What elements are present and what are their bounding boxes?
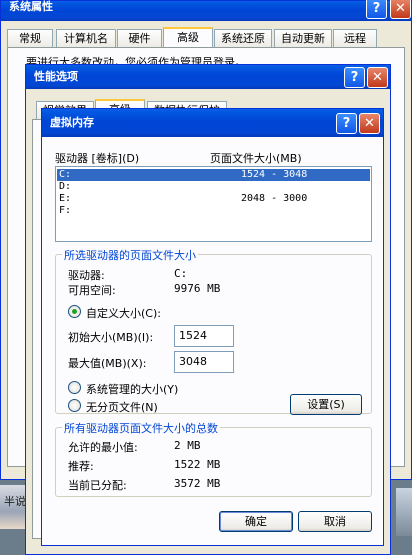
custom-size-radio[interactable]: [68, 305, 81, 318]
free-space-label: 可用空间:: [68, 284, 116, 297]
drive-size: 1524 - 3048: [241, 169, 308, 180]
background-text-fragment: 半说: [4, 495, 26, 508]
drive-letter: D:: [59, 181, 72, 192]
drive-letter: E:: [59, 193, 72, 204]
selected-drive-group: 所选驱动器的页面文件大小 驱动器: C: 可用空间: 9976 MB 自定义大小…: [55, 247, 372, 415]
drive-letter: F:: [59, 205, 72, 216]
no-paging-file-radio[interactable]: [68, 399, 81, 412]
system-managed-label[interactable]: 系统管理的大小(Y): [86, 381, 178, 397]
minimum-allowed-label: 允许的最小值:: [68, 441, 138, 454]
drive-size: 2048 - 3000: [241, 193, 308, 204]
max-size-input[interactable]: 3048: [174, 351, 234, 373]
close-icon[interactable]: ✕: [367, 67, 388, 88]
drive-label: 驱动器:: [68, 269, 105, 282]
drive-value: C:: [174, 267, 188, 280]
system-properties-title: 系统属性: [9, 0, 53, 13]
selected-drive-group-title: 所选驱动器的页面文件大小: [62, 247, 198, 263]
tab-general[interactable]: 常规: [7, 29, 53, 47]
ok-button[interactable]: 确定: [219, 511, 293, 532]
help-icon[interactable]: ?: [366, 0, 387, 19]
list-item[interactable]: C: 1524 - 3048: [57, 169, 370, 181]
initial-size-label: 初始大小(MB)(I):: [68, 331, 154, 344]
list-item[interactable]: E: 2048 - 3000: [57, 193, 370, 205]
custom-size-label[interactable]: 自定义大小(C):: [86, 305, 161, 321]
no-paging-file-label[interactable]: 无分页文件(N): [86, 399, 158, 415]
help-icon[interactable]: ?: [344, 67, 365, 88]
virtual-memory-title: 虚拟内存: [50, 116, 94, 129]
drive-letter: C:: [59, 169, 72, 180]
performance-options-titlebar[interactable]: 性能选项 ? ✕: [26, 65, 390, 89]
help-icon[interactable]: ?: [336, 113, 357, 134]
recommended-value: 1522 MB: [174, 458, 221, 471]
virtual-memory-titlebar[interactable]: 虚拟内存 ? ✕: [42, 109, 383, 137]
size-column-header: 页面文件大小(MB): [210, 152, 302, 165]
list-item[interactable]: F:: [57, 205, 370, 217]
drive-column-header: 驱动器 [卷标](D): [55, 152, 140, 165]
currently-allocated-value: 3572 MB: [174, 477, 221, 490]
totals-group-title: 所有驱动器页面文件大小的总数: [62, 420, 220, 436]
tab-system-restore[interactable]: 系统还原: [214, 29, 272, 47]
recommended-label: 推荐:: [68, 460, 94, 473]
free-space-value: 9976 MB: [174, 282, 221, 295]
background-thumbnail-right: [396, 488, 412, 536]
minimum-allowed-value: 2 MB: [174, 439, 201, 452]
totals-group: 所有驱动器页面文件大小的总数 允许的最小值: 2 MB 推荐: 1522 MB …: [55, 420, 372, 497]
initial-size-input[interactable]: 1524: [174, 325, 234, 347]
cancel-button[interactable]: 取消: [298, 511, 372, 532]
performance-options-title: 性能选项: [34, 70, 78, 83]
tab-advanced[interactable]: 高级: [163, 27, 213, 48]
system-properties-titlebar[interactable]: 系统属性 ? ✕: [1, 0, 411, 21]
currently-allocated-label: 当前已分配:: [68, 479, 127, 492]
close-icon[interactable]: ✕: [359, 113, 380, 134]
system-managed-radio[interactable]: [68, 381, 81, 394]
tab-remote[interactable]: 远程: [333, 29, 377, 47]
virtual-memory-dialog: 虚拟内存 ? ✕ 驱动器 [卷标](D) 页面文件大小(MB) C: 1524 …: [41, 108, 384, 546]
drive-list[interactable]: C: 1524 - 3048 D: E: 2048 - 3000 F:: [55, 166, 372, 242]
tab-automatic-updates[interactable]: 自动更新: [274, 29, 332, 47]
set-button[interactable]: 设置(S): [290, 394, 362, 415]
close-icon[interactable]: ✕: [390, 0, 411, 19]
tab-hardware[interactable]: 硬件: [117, 29, 162, 47]
tab-computer-name[interactable]: 计算机名: [56, 29, 116, 47]
list-item[interactable]: D:: [57, 181, 370, 193]
max-size-label: 最大值(MB)(X):: [68, 357, 147, 370]
